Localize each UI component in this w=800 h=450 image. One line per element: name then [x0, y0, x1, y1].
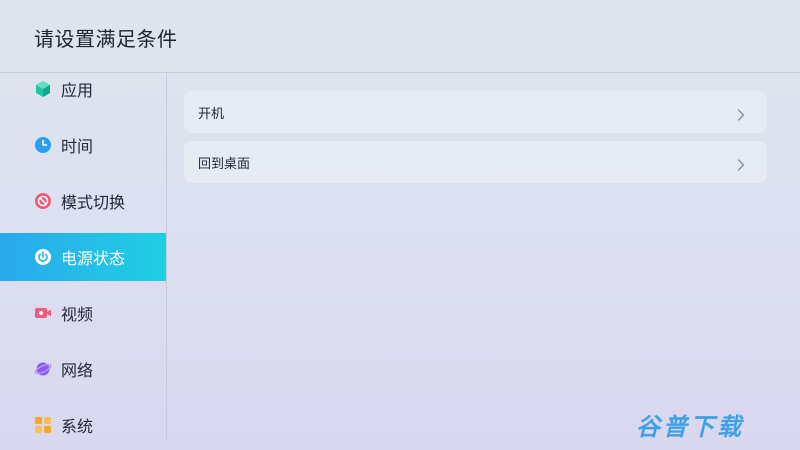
sidebar-item-mode-switch[interactable]: 模式切换	[0, 177, 166, 225]
sidebar-item-network[interactable]: 网络	[0, 345, 166, 393]
sidebar-item-label: 应用	[61, 81, 94, 100]
sidebar-item-label: 电源状态	[61, 249, 126, 268]
sidebar-item-time[interactable]: 时间	[0, 121, 166, 169]
sidebar-item-label: 模式切换	[61, 193, 126, 212]
sidebar-item-system[interactable]: 系统	[0, 401, 166, 449]
sidebar-item-power-status[interactable]: 电源状态	[0, 233, 166, 281]
sidebar-item-video[interactable]: 视频	[0, 289, 166, 337]
app-cube-icon	[34, 80, 52, 98]
mode-switch-icon	[34, 192, 52, 210]
video-icon	[34, 304, 52, 322]
page-title: 请设置满足条件	[34, 27, 178, 51]
sidebar: 应用 时间 模式切换 电源状态 视频 网络 系统	[0, 73, 167, 441]
sidebar-item-label: 系统	[61, 417, 94, 436]
watermark: 谷普下载	[636, 413, 744, 441]
system-grid-icon	[34, 416, 52, 434]
sidebar-item-label: 视频	[61, 305, 94, 324]
planet-icon	[34, 360, 52, 378]
option-label: 回到桌面	[198, 156, 251, 172]
sidebar-item-app[interactable]: 应用	[0, 65, 166, 113]
power-icon	[34, 248, 52, 266]
sidebar-item-label: 时间	[61, 137, 94, 156]
chevron-right-icon	[737, 106, 745, 121]
condition-options-list: 开机 回到桌面	[184, 91, 767, 191]
option-power-on[interactable]: 开机	[184, 91, 767, 133]
option-return-to-desktop[interactable]: 回到桌面	[184, 141, 767, 183]
chevron-right-icon	[737, 156, 745, 171]
clock-icon	[34, 136, 52, 154]
sidebar-item-label: 网络	[61, 361, 94, 380]
option-label: 开机	[198, 106, 225, 122]
